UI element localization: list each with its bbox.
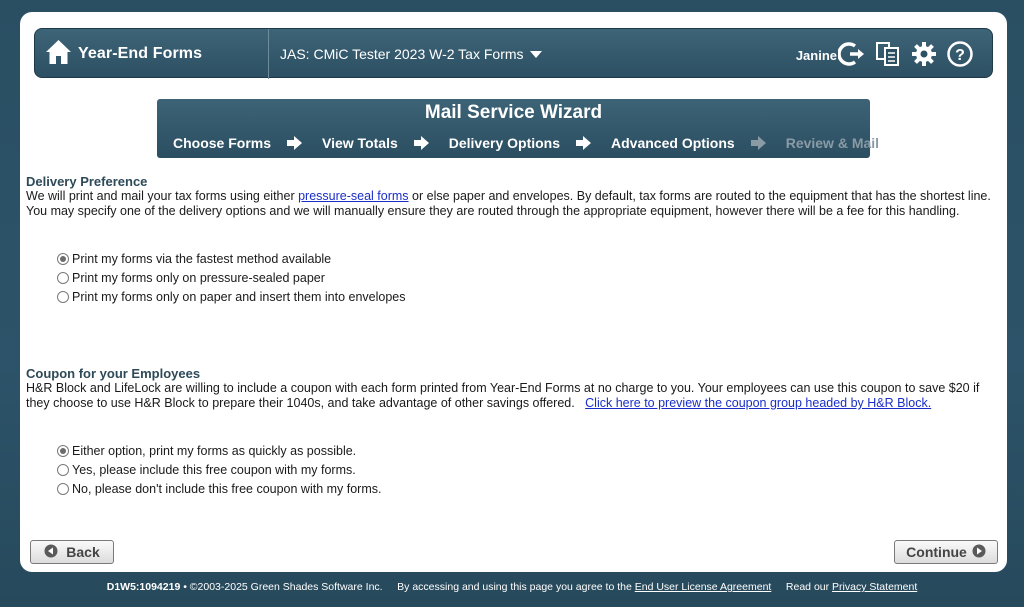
gear-icon[interactable]	[910, 40, 938, 68]
step-choose-forms[interactable]: Choose Forms	[173, 135, 271, 151]
arrow-right-icon	[576, 136, 592, 150]
radio-label: Print my forms only on paper and insert …	[72, 290, 406, 304]
help-icon[interactable]: ?	[946, 40, 974, 68]
company-name: JAS: CMiC Tester 2023 W-2 Tax Forms	[280, 46, 524, 62]
svg-text:?: ?	[955, 47, 965, 64]
radio-label: Yes, please include this free coupon wit…	[72, 463, 356, 477]
radio-label: Print my forms via the fastest method av…	[72, 252, 332, 266]
footer: D1W5:1094219 • ©2003-2025 Green Shades S…	[0, 581, 1024, 593]
home-icon	[45, 39, 72, 70]
logout-icon[interactable]	[837, 40, 866, 68]
coupon-option-yes[interactable]: Yes, please include this free coupon wit…	[57, 463, 356, 477]
forward-arrow-icon	[967, 544, 986, 561]
eula-link[interactable]: End User License Agreement	[635, 581, 772, 593]
radio-button[interactable]	[57, 483, 69, 495]
delivery-section-title: Delivery Preference	[26, 174, 148, 189]
delivery-option-fastest[interactable]: Print my forms via the fastest method av…	[57, 252, 331, 266]
step-review-mail: Review & Mail	[785, 135, 880, 151]
user-name: Janine	[795, 48, 837, 63]
coupon-option-either[interactable]: Either option, print my forms as quickly…	[57, 444, 356, 458]
coupon-preview-link[interactable]: Click here to preview the coupon group h…	[585, 396, 931, 410]
coupon-description: H&R Block and LifeLock are willing to in…	[26, 381, 1002, 411]
copyright: • ©2003-2025 Green Shades Software Inc.	[183, 581, 383, 593]
app-header: Year-End Forms JAS: CMiC Tester 2023 W-2…	[34, 28, 993, 79]
main-panel: Year-End Forms JAS: CMiC Tester 2023 W-2…	[20, 12, 1007, 572]
radio-label: Either option, print my forms as quickly…	[72, 444, 357, 458]
back-button[interactable]: Back	[30, 540, 114, 564]
company-selector[interactable]: JAS: CMiC Tester 2023 W-2 Tax Forms	[280, 46, 542, 62]
header-divider	[268, 29, 269, 79]
app-title: Year-End Forms	[78, 45, 203, 62]
delivery-text-before: We will print and mail your tax forms us…	[26, 189, 299, 203]
radio-button[interactable]	[57, 253, 69, 265]
continue-button[interactable]: Continue	[894, 540, 998, 564]
step-view-totals[interactable]: View Totals	[322, 135, 398, 151]
read-text: Read our	[785, 581, 830, 593]
radio-button[interactable]	[57, 272, 69, 284]
wizard-title: Mail Service Wizard	[424, 102, 603, 123]
caret-down-icon	[529, 50, 542, 58]
step-advanced-options[interactable]: Advanced Options	[611, 135, 735, 151]
radio-label: Print my forms only on pressure-sealed p…	[72, 271, 325, 285]
privacy-link[interactable]: Privacy Statement	[832, 581, 917, 593]
documents-icon[interactable]	[874, 40, 902, 68]
build-id: D1W5:1094219	[106, 581, 181, 593]
arrow-right-icon	[413, 136, 429, 150]
arrow-right-icon	[750, 136, 766, 150]
delivery-option-envelopes[interactable]: Print my forms only on paper and insert …	[57, 290, 406, 304]
delivery-option-pressure-sealed[interactable]: Print my forms only on pressure-sealed p…	[57, 271, 325, 285]
radio-button[interactable]	[57, 291, 69, 303]
coupon-section-title: Coupon for your Employees	[26, 366, 201, 381]
pressure-seal-link[interactable]: pressure-seal forms	[298, 189, 408, 203]
home-button[interactable]: Year-End Forms	[45, 39, 202, 69]
delivery-description: We will print and mail your tax forms us…	[26, 189, 1002, 219]
radio-button[interactable]	[57, 445, 69, 457]
arrow-right-icon	[287, 136, 303, 150]
radio-button[interactable]	[57, 464, 69, 476]
agreement-text: By accessing and using this page you agr…	[397, 581, 632, 593]
radio-label: No, please don't include this free coupo…	[72, 482, 382, 496]
wizard-banner: Mail Service Wizard Choose Forms View To…	[157, 99, 879, 158]
back-arrow-icon	[44, 544, 66, 561]
back-label: Back	[66, 544, 100, 560]
coupon-option-no[interactable]: No, please don't include this free coupo…	[57, 482, 382, 496]
wizard-steps: Choose Forms View Totals Delivery Option…	[173, 135, 879, 151]
step-delivery-options[interactable]: Delivery Options	[449, 135, 560, 151]
continue-label: Continue	[906, 544, 967, 560]
